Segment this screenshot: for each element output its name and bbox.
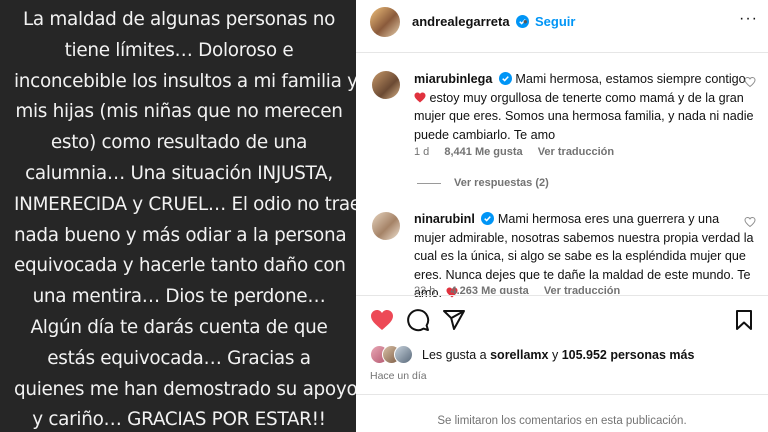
comment-body: miarubinlega Mami hermosa, estamos siemp…	[414, 70, 754, 144]
story-line: esto) como resultado de una	[50, 132, 308, 154]
comment-age: 23 h	[414, 285, 436, 294]
more-options-icon[interactable]: ···	[739, 10, 758, 28]
divider	[356, 52, 768, 53]
likes-conjunction: y	[548, 348, 562, 362]
post-time: Hace un día	[370, 370, 427, 382]
comment-likes[interactable]: 4,263 Me gusta	[450, 285, 528, 294]
likes-prefix: Les gusta a	[422, 348, 491, 362]
comment-avatar[interactable]	[372, 212, 400, 240]
post-header: andrealegarreta • Seguir ···	[356, 0, 768, 44]
story-line: quienes me han demostrado su apoyo	[14, 378, 356, 400]
story-line: tiene límites… Doloroso e	[64, 39, 294, 61]
save-bookmark-icon[interactable]	[732, 308, 756, 332]
story-line: inconcebible los insultos a mi familia y	[14, 70, 356, 92]
divider	[356, 295, 768, 296]
comment-age: 1 d	[414, 146, 430, 158]
avatar[interactable]	[370, 7, 400, 37]
post-author[interactable]: andrealegarreta	[412, 14, 530, 29]
comment-likes[interactable]: 8,441 Me gusta	[444, 146, 522, 158]
comment-username[interactable]: miarubinlega	[414, 72, 492, 86]
like-heart-icon[interactable]	[370, 308, 394, 332]
comment-icon[interactable]	[406, 308, 430, 332]
translate-link[interactable]: Ver traducción	[544, 285, 620, 294]
comment-like-icon[interactable]	[744, 76, 756, 88]
story-line: nada bueno y más odiar a la persona	[14, 224, 347, 246]
heart-emoji-icon	[414, 92, 426, 102]
story-line: mis hijas (mis niñas que no merecen	[15, 101, 343, 123]
replies-line	[417, 183, 441, 184]
translate-link[interactable]: Ver traducción	[538, 146, 614, 158]
story-line: una mentira… Dios te perdone…	[32, 286, 326, 308]
comment-text: Mami hermosa, estamos siempre contigo	[515, 72, 746, 86]
follow-button[interactable]: Seguir	[535, 14, 575, 29]
likes-count[interactable]: 105.952 personas más	[562, 348, 695, 362]
verified-icon	[498, 72, 512, 85]
story-image: La maldad de algunas personas no tiene l…	[0, 0, 356, 432]
comment-avatar[interactable]	[372, 71, 400, 99]
verified-icon	[481, 212, 495, 225]
story-line: INMERECIDA y CRUEL… El odio no trae	[14, 193, 356, 215]
comments-limited-notice: Se limitaron los comentarios en esta pub…	[437, 415, 687, 427]
separator-dot: •	[523, 14, 528, 29]
view-replies-button[interactable]: Ver respuestas (2)	[454, 177, 549, 189]
post-panel: andrealegarreta • Seguir ··· miarubinleg…	[356, 0, 768, 432]
likes-summary: Les gusta a sorellamx y 105.952 personas…	[422, 348, 694, 362]
comment-meta: 1 d 8,441 Me gusta Ver traducción	[414, 146, 626, 158]
comment-like-icon[interactable]	[744, 216, 756, 228]
story-line: Algún día te darás cuenta de que	[30, 316, 328, 338]
divider	[356, 394, 768, 395]
comment-text-continued: estoy muy orgullosa de tenerte como mamá…	[414, 90, 754, 142]
story-line: estás equivocada… Gracias a	[47, 347, 311, 369]
share-icon[interactable]	[442, 308, 466, 332]
story-line: y cariño… GRACIAS POR ESTAR!!	[32, 409, 326, 431]
story-text: La maldad de algunas personas no tiene l…	[14, 5, 356, 432]
story-line: calumnia… Una situación INJUSTA,	[25, 162, 333, 184]
story-line: La maldad de algunas personas no	[22, 9, 336, 30]
comment-meta: 23 h 4,263 Me gusta Ver traducción	[414, 285, 632, 294]
liker-username[interactable]: sorellamx	[490, 348, 548, 362]
avatar	[394, 345, 413, 364]
comment-username[interactable]: ninarubinl	[414, 212, 475, 226]
username[interactable]: andrealegarreta	[412, 14, 510, 29]
story-line: equivocada y hacerle tanto daño con	[14, 255, 346, 277]
